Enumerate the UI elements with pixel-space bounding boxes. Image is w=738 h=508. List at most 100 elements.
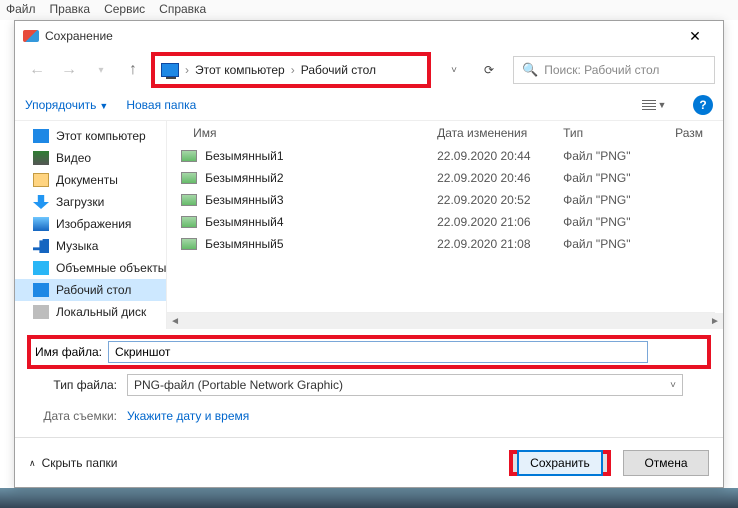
address-dropdown[interactable]: ˅ (443, 65, 465, 76)
column-headers: Имя Дата изменения Тип Разм (167, 121, 723, 145)
cancel-button[interactable]: Отмена (623, 450, 709, 476)
sidebar-item[interactable]: Видео (15, 147, 166, 169)
file-type: Файл "PNG" (563, 171, 683, 185)
file-row[interactable]: Безымянный122.09.2020 20:44Файл "PNG" (167, 145, 723, 167)
dialog-title: Сохранение (45, 29, 675, 43)
search-placeholder: Поиск: Рабочий стол (544, 63, 659, 77)
sidebar-item[interactable]: Этот компьютер (15, 125, 166, 147)
folder-icon (33, 173, 49, 187)
app-icon (23, 30, 39, 42)
help-button[interactable]: ? (693, 95, 713, 115)
chevron-up-icon: ∧ (29, 458, 36, 469)
new-folder-button[interactable]: Новая папка (126, 98, 196, 112)
file-icon (181, 238, 197, 250)
filename-label: Имя файла: (35, 345, 102, 359)
col-size[interactable]: Разм (675, 126, 715, 140)
sidebar-item-label: Объемные объекты (56, 261, 166, 275)
breadcrumb-part[interactable]: Рабочий стол (301, 63, 376, 77)
file-icon (181, 172, 197, 184)
folder-icon (33, 283, 49, 297)
file-date: 22.09.2020 20:44 (437, 149, 563, 163)
search-input[interactable]: 🔍 Поиск: Рабочий стол (513, 56, 715, 84)
menu-edit[interactable]: Правка (50, 2, 91, 18)
file-type: Файл "PNG" (563, 193, 683, 207)
sidebar-item[interactable]: Изображения (15, 213, 166, 235)
filetype-label: Тип файла: (27, 378, 121, 392)
file-row[interactable]: Безымянный322.09.2020 20:52Файл "PNG" (167, 189, 723, 211)
sidebar-item-label: Загрузки (56, 195, 104, 209)
up-one-level-button[interactable]: ↑ (119, 56, 147, 84)
breadcrumb-highlight: › Этот компьютер › Рабочий стол (151, 52, 431, 88)
sidebar-item[interactable]: Объемные объекты (15, 257, 166, 279)
file-name: Безымянный4 (205, 215, 437, 229)
file-type: Файл "PNG" (563, 149, 683, 163)
computer-icon (161, 63, 179, 77)
organize-menu[interactable]: Упорядочить▼ (25, 98, 108, 112)
file-type: Файл "PNG" (563, 237, 683, 251)
sidebar-item[interactable]: Музыка (15, 235, 166, 257)
menu-service[interactable]: Сервис (104, 2, 145, 18)
sidebar-item-label: Изображения (56, 217, 131, 231)
folder-icon (33, 195, 49, 209)
file-icon (181, 216, 197, 228)
scroll-right-icon[interactable]: ► (707, 316, 723, 327)
file-type: Файл "PNG" (563, 215, 683, 229)
fields-area: Имя файла: Тип файла: PNG-файл (Portable… (15, 329, 723, 427)
col-name[interactable]: Имя (179, 126, 437, 140)
folder-icon (33, 261, 49, 275)
sidebar-item[interactable]: Рабочий стол (15, 279, 166, 301)
toolbar: Упорядочить▼ Новая папка ▼ ? (15, 89, 723, 121)
scroll-left-icon[interactable]: ◄ (167, 316, 183, 327)
sidebar-item-label: Рабочий стол (56, 283, 131, 297)
file-date: 22.09.2020 21:08 (437, 237, 563, 251)
up-button[interactable]: ▾ (87, 56, 115, 84)
meta-label: Дата съемки: (27, 409, 121, 423)
menu-file[interactable]: Файл (6, 2, 36, 18)
view-mode-button[interactable]: ▼ (633, 94, 675, 116)
forward-button: → (55, 56, 83, 84)
folder-icon (33, 129, 49, 143)
file-row[interactable]: Безымянный422.09.2020 21:06Файл "PNG" (167, 211, 723, 233)
breadcrumb[interactable]: › Этот компьютер › Рабочий стол (161, 63, 376, 77)
file-row[interactable]: Безымянный222.09.2020 20:46Файл "PNG" (167, 167, 723, 189)
chevron-down-icon: ˅ (670, 380, 676, 391)
sidebar-item[interactable]: Загрузки (15, 191, 166, 213)
back-button[interactable]: ← (23, 56, 51, 84)
horizontal-scrollbar[interactable]: ◄ ► (167, 313, 723, 329)
file-list: Безымянный122.09.2020 20:44Файл "PNG"Без… (167, 145, 723, 312)
filename-input[interactable] (108, 341, 648, 363)
search-icon: 🔍 (522, 62, 538, 78)
filename-highlight: Имя файла: (27, 335, 711, 369)
folder-icon (33, 239, 49, 253)
sidebar-item-label: Локальный диск (56, 305, 146, 319)
sidebar-item[interactable]: Локальный диск (15, 301, 166, 323)
list-view-icon (642, 100, 656, 110)
file-name: Безымянный3 (205, 193, 437, 207)
file-list-area: Имя Дата изменения Тип Разм Безымянный12… (167, 121, 723, 329)
meta-date-link[interactable]: Укажите дату и время (127, 409, 249, 423)
sidebar-item-label: Видео (56, 151, 91, 165)
chevron-right-icon: › (291, 63, 295, 77)
save-button[interactable]: Сохранить (517, 450, 603, 476)
filetype-value: PNG-файл (Portable Network Graphic) (134, 378, 343, 392)
file-row[interactable]: Безымянный522.09.2020 21:08Файл "PNG" (167, 233, 723, 255)
titlebar: Сохранение ✕ (15, 21, 723, 51)
menu-help[interactable]: Справка (159, 2, 206, 18)
dialog-body: Этот компьютер Видео Документы Загрузки Изоб… (15, 121, 723, 329)
sidebar-item-label: Документы (56, 173, 118, 187)
hide-folders-link[interactable]: ∧Скрыть папки (29, 456, 118, 470)
col-date[interactable]: Дата изменения (437, 126, 563, 140)
file-date: 22.09.2020 20:52 (437, 193, 563, 207)
close-button[interactable]: ✕ (675, 22, 715, 50)
breadcrumb-part[interactable]: Этот компьютер (195, 63, 285, 77)
file-icon (181, 150, 197, 162)
file-name: Безымянный2 (205, 171, 437, 185)
folder-icon (33, 305, 49, 319)
file-date: 22.09.2020 20:46 (437, 171, 563, 185)
sidebar-item[interactable]: Документы (15, 169, 166, 191)
chevron-right-icon: › (185, 63, 189, 77)
refresh-button[interactable]: ⟳ (473, 56, 505, 84)
col-type[interactable]: Тип (563, 126, 675, 140)
filetype-combo[interactable]: PNG-файл (Portable Network Graphic) ˅ (127, 374, 683, 396)
footer: ∧Скрыть папки Сохранить Отмена (15, 438, 723, 488)
